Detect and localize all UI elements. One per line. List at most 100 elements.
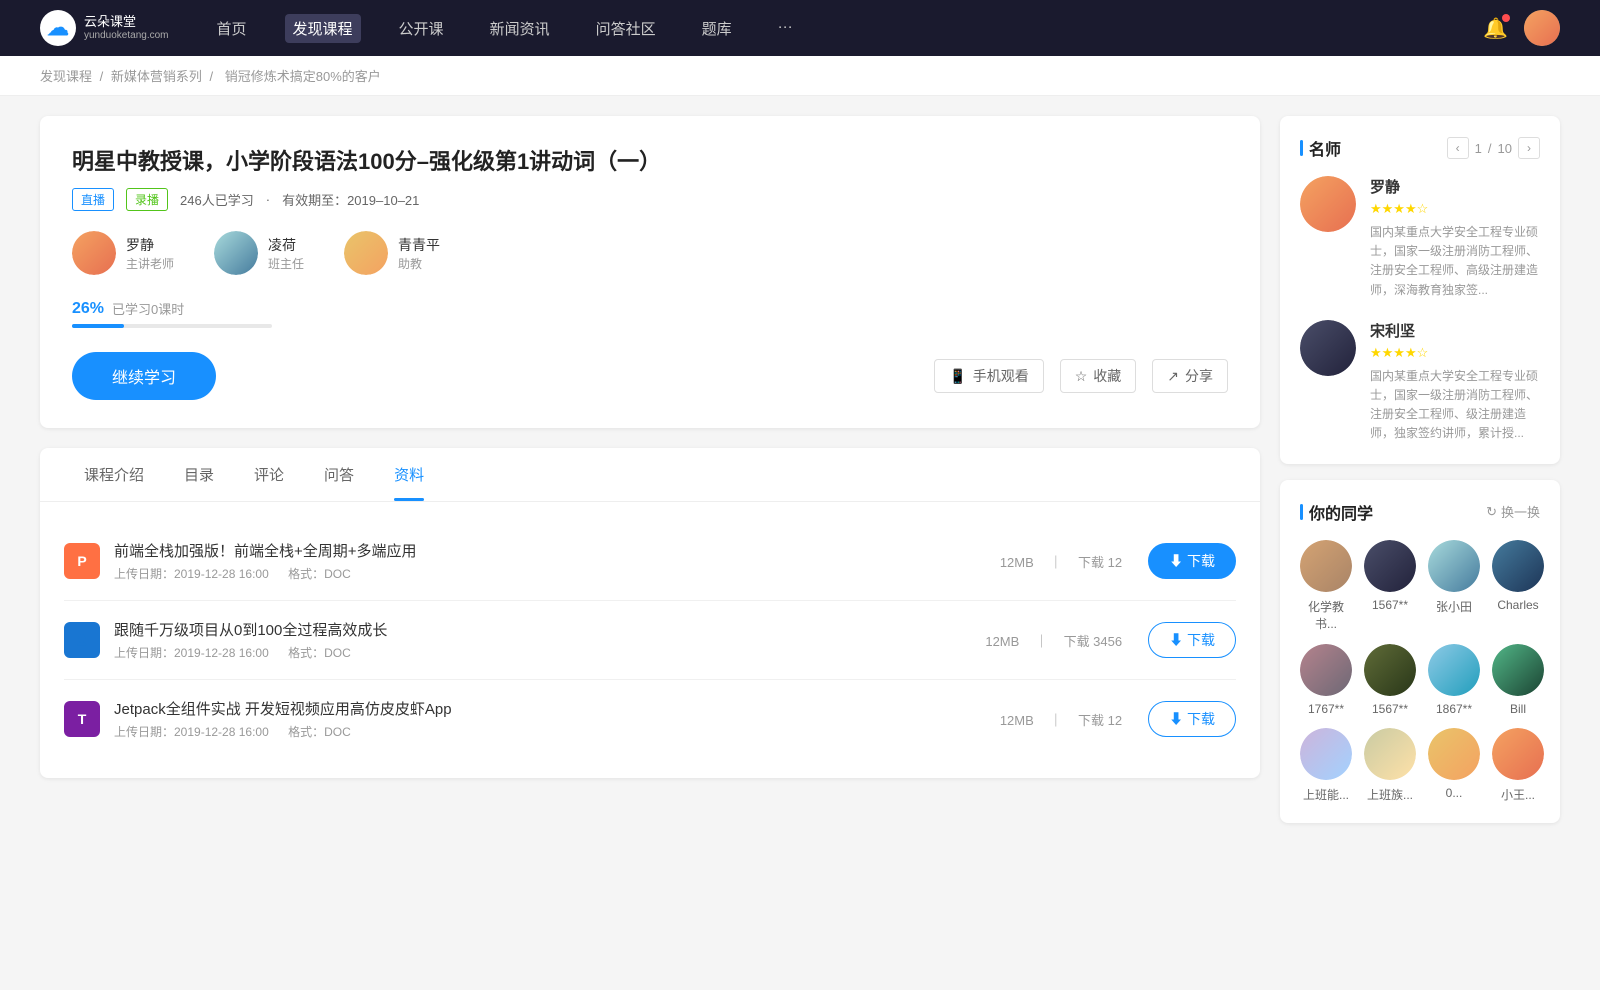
classmate-8[interactable]: Bill [1492, 644, 1544, 716]
teacher-sidebar-2-avatar [1300, 320, 1356, 376]
nav-item-more[interactable]: ··· [770, 14, 801, 43]
navigation: ☁ 云朵课堂 yunduoketang.com 首页 发现课程 公开课 新闻资讯… [0, 0, 1600, 56]
classmate-6-name: 1567** [1372, 702, 1408, 716]
classmates-sidebar-card: 你的同学 ↻ 换一换 化学教书... 1567** [1280, 480, 1560, 823]
course-valid: 有效期至：2019–10–21 [282, 190, 419, 209]
breadcrumb-item-series[interactable]: 新媒体营销系列 [111, 69, 202, 84]
classmate-11[interactable]: 0... [1428, 728, 1480, 803]
resource-meta-1: 上传日期：2019-12-28 16:00 格式：DOC [114, 565, 994, 582]
teacher-sidebar-2-stars: ★★★★☆ [1370, 345, 1540, 361]
download-button-2[interactable]: ⬇ 下载 [1148, 622, 1236, 658]
teacher-sidebar-1-name: 罗静 [1370, 176, 1540, 197]
tab-qa[interactable]: 问答 [304, 448, 374, 501]
classmate-5-avatar [1300, 644, 1352, 696]
nav-right: 🔔 [1483, 10, 1560, 46]
teacher-sidebar-1-info: 罗静 ★★★★☆ 国内某重点大学安全工程专业硕士，国家一级注册消防工程师、注册安… [1370, 176, 1540, 300]
classmate-6-avatar [1364, 644, 1416, 696]
logo[interactable]: ☁ 云朵课堂 yunduoketang.com [40, 10, 169, 46]
teachers-next-button[interactable]: › [1518, 137, 1540, 159]
classmate-11-name: 0... [1446, 786, 1463, 800]
classmate-5-name: 1767** [1308, 702, 1344, 716]
teachers-pagination: ‹ 1 / 10 › [1447, 137, 1540, 159]
teacher-sidebar-2-name: 宋利坚 [1370, 320, 1540, 341]
resource-item-1: P 前端全栈加强版！前端全栈+全周期+多端应用 上传日期：2019-12-28 … [64, 522, 1236, 601]
classmate-4-name: Charles [1497, 598, 1538, 612]
nav-item-open[interactable]: 公开课 [391, 14, 452, 43]
classmate-8-avatar [1492, 644, 1544, 696]
collect-button[interactable]: ☆ 收藏 [1060, 359, 1137, 393]
download-button-1[interactable]: ⬇ 下载 [1148, 543, 1236, 579]
teacher-1-role: 主讲老师 [126, 255, 174, 272]
badge-live: 直播 [72, 188, 114, 211]
teacher-2: 凌荷 班主任 [214, 231, 304, 275]
course-card: 明星中教授课，小学阶段语法100分–强化级第1讲动词（一） 直播 录播 246人… [40, 116, 1260, 428]
nav-item-courses[interactable]: 发现课程 [285, 14, 361, 43]
logo-text: 云朵课堂 yunduoketang.com [84, 14, 169, 42]
teachers-prev-button[interactable]: ‹ [1447, 137, 1469, 159]
teachers-sidebar-card: 名师 ‹ 1 / 10 › 罗静 ★★★★☆ 国内某重点大学安全工程专业硕士，国… [1280, 116, 1560, 464]
classmate-8-name: Bill [1510, 702, 1526, 716]
teacher-2-role: 班主任 [268, 255, 304, 272]
resource-meta-2: 上传日期：2019-12-28 16:00 格式：DOC [114, 644, 979, 661]
resource-icon-2: 👤 [64, 622, 100, 658]
nav-item-qa[interactable]: 问答社区 [588, 14, 664, 43]
classmate-1-name: 化学教书... [1300, 598, 1352, 632]
nav-item-quiz[interactable]: 题库 [694, 14, 740, 43]
classmate-6[interactable]: 1567** [1364, 644, 1416, 716]
share-button[interactable]: ↗ 分享 [1152, 359, 1228, 393]
classmate-4[interactable]: Charles [1492, 540, 1544, 632]
classmates-header: 你的同学 ↻ 换一换 [1300, 500, 1540, 524]
classmate-7-name: 1867** [1436, 702, 1472, 716]
classmate-12[interactable]: 小王... [1492, 728, 1544, 803]
user-avatar[interactable] [1524, 10, 1560, 46]
tab-catalog[interactable]: 目录 [164, 448, 234, 501]
refresh-button[interactable]: ↻ 换一换 [1486, 502, 1540, 521]
resource-name-1: 前端全栈加强版！前端全栈+全周期+多端应用 [114, 540, 994, 561]
nav-items: 首页 发现课程 公开课 新闻资讯 问答社区 题库 ··· [209, 14, 1484, 43]
classmate-1[interactable]: 化学教书... [1300, 540, 1352, 632]
classmate-10[interactable]: 上班族... [1364, 728, 1416, 803]
progress-bar-background [72, 324, 272, 328]
breadcrumb-current: 销冠修炼术搞定80%的客户 [225, 69, 381, 84]
teacher-3-role: 助教 [398, 255, 440, 272]
notification-bell[interactable]: 🔔 [1483, 16, 1508, 41]
tab-comments[interactable]: 评论 [234, 448, 304, 501]
tab-resources[interactable]: 资料 [374, 448, 444, 501]
share-icon: ↗ [1167, 368, 1179, 385]
main-layout: 明星中教授课，小学阶段语法100分–强化级第1讲动词（一） 直播 录播 246人… [0, 96, 1600, 859]
phone-watch-button[interactable]: 📱 手机观看 [934, 359, 1043, 393]
phone-icon: 📱 [949, 368, 966, 385]
notification-dot [1502, 14, 1510, 22]
badge-rec: 录播 [126, 188, 168, 211]
classmate-7[interactable]: 1867** [1428, 644, 1480, 716]
teachers-sidebar-header: 名师 ‹ 1 / 10 › [1300, 136, 1540, 160]
download-button-3[interactable]: ⬇ 下载 [1148, 701, 1236, 737]
resource-info-3: Jetpack全组件实战 开发短视频应用高仿皮皮虾App 上传日期：2019-1… [114, 698, 994, 740]
continue-learning-button[interactable]: 继续学习 [72, 352, 216, 400]
breadcrumb-item-courses[interactable]: 发现课程 [40, 69, 92, 84]
teacher-sidebar-2-desc: 国内某重点大学安全工程专业硕士，国家一级注册消防工程师、注册安全工程师、级注册建… [1370, 367, 1540, 444]
progress-studied: 已学习0课时 [112, 299, 184, 318]
tabs-section: 课程介绍 目录 评论 问答 资料 P 前端全栈加强版！前端全栈+全周期+多端应用… [40, 448, 1260, 778]
resource-info-2: 跟随千万级项目从0到100全过程高效成长 上传日期：2019-12-28 16:… [114, 619, 979, 661]
classmate-3-name: 张小田 [1436, 598, 1472, 615]
classmate-2[interactable]: 1567** [1364, 540, 1416, 632]
classmate-9-name: 上班能... [1303, 786, 1349, 803]
nav-item-news[interactable]: 新闻资讯 [482, 14, 558, 43]
classmate-4-avatar [1492, 540, 1544, 592]
classmate-12-avatar [1492, 728, 1544, 780]
teacher-3: 青青平 助教 [344, 231, 440, 275]
nav-item-home[interactable]: 首页 [209, 14, 255, 43]
resource-name-2: 跟随千万级项目从0到100全过程高效成长 [114, 619, 979, 640]
classmate-3[interactable]: 张小田 [1428, 540, 1480, 632]
resource-icon-1: P [64, 543, 100, 579]
classmate-9[interactable]: 上班能... [1300, 728, 1352, 803]
teacher-sidebar-1-stars: ★★★★☆ [1370, 201, 1540, 217]
resource-icon-3: T [64, 701, 100, 737]
teacher-sidebar-1: 罗静 ★★★★☆ 国内某重点大学安全工程专业硕士，国家一级注册消防工程师、注册安… [1300, 176, 1540, 300]
classmate-5[interactable]: 1767** [1300, 644, 1352, 716]
teacher-sidebar-2: 宋利坚 ★★★★☆ 国内某重点大学安全工程专业硕士，国家一级注册消防工程师、注册… [1300, 320, 1540, 444]
tab-intro[interactable]: 课程介绍 [64, 448, 164, 501]
teachers-list: 罗静 主讲老师 凌荷 班主任 [72, 231, 1228, 275]
teacher-sidebar-1-avatar [1300, 176, 1356, 232]
